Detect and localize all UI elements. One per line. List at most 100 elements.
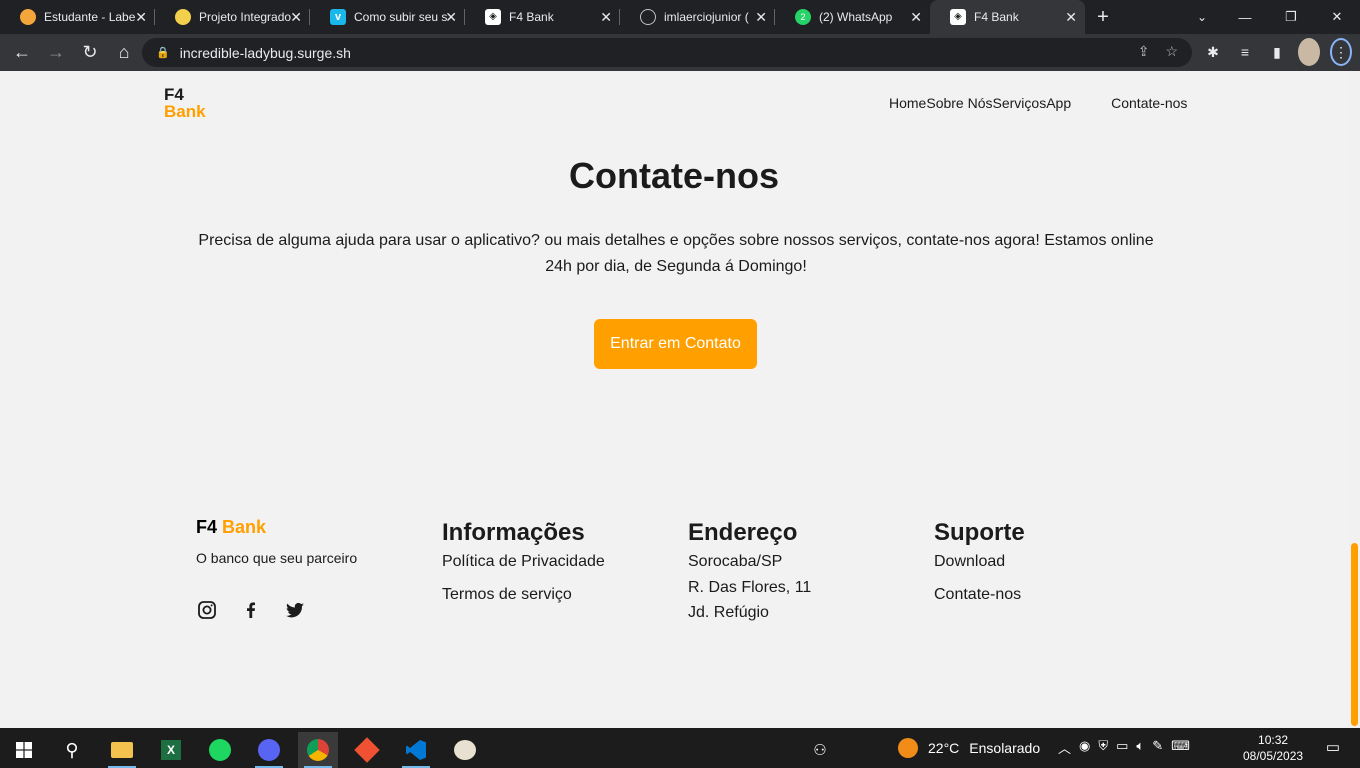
close-icon[interactable]: ✕ [290, 9, 302, 26]
vscode-icon[interactable] [396, 732, 436, 768]
minimize-icon[interactable]: — [1222, 0, 1268, 34]
extensions-icon[interactable]: ✱ [1202, 38, 1224, 66]
facebook-icon[interactable] [240, 599, 262, 621]
tab-title: F4 Bank [974, 10, 1019, 24]
avatar [1298, 38, 1320, 66]
nav-about[interactable]: Sobre Nós [926, 95, 992, 111]
notification-icon[interactable]: ▭ [1326, 738, 1340, 756]
trello-icon [175, 9, 191, 25]
file-explorer-icon[interactable] [102, 732, 142, 768]
instagram-icon[interactable] [196, 599, 218, 621]
tab[interactable]: ◈ F4 Bank ✕ [465, 0, 620, 34]
reload-icon[interactable]: ↻ [74, 37, 106, 69]
chevron-down-icon[interactable]: ⌄ [1184, 0, 1220, 34]
close-icon[interactable]: ✕ [1065, 9, 1077, 26]
pen-icon[interactable]: ✎ [1152, 738, 1163, 757]
download-link[interactable]: Download [934, 553, 1025, 571]
logo-bank: Bank [164, 102, 206, 121]
page-scrollbar[interactable] [1348, 71, 1360, 728]
tab[interactable]: v Como subir seu s ✕ [310, 0, 465, 34]
privacy-link[interactable]: Política de Privacidade [442, 553, 605, 571]
site-logo[interactable]: F4 Bank [164, 86, 206, 120]
tab[interactable]: imlaerciojunior ( ✕ [620, 0, 775, 34]
clock-date: 08/05/2023 [1243, 749, 1304, 763]
menu-icon[interactable]: ⋮ [1330, 38, 1352, 66]
window-controls: — ❐ ✕ [1222, 0, 1360, 34]
system-tray: ︿ ◉ ⛨ ▭ 🔈︎ ✎ ⌨ [1058, 738, 1190, 757]
system-clock[interactable]: 10:32 08/05/2023 [1243, 732, 1303, 764]
profile-avatar[interactable] [1298, 38, 1320, 66]
tab-title: (2) WhatsApp [819, 10, 893, 24]
address-bar[interactable]: 🔒 incredible-ladybug.surge.sh ⇪ ☆ [142, 38, 1192, 67]
webcam-icon[interactable]: ◉ [1079, 738, 1090, 757]
address-line: Jd. Refúgio [688, 604, 769, 621]
url-text[interactable]: incredible-ladybug.surge.sh [180, 45, 351, 61]
back-icon[interactable]: ← [6, 37, 38, 69]
new-tab-icon[interactable]: + [1085, 0, 1121, 34]
footer-address: Endereço Sorocaba/SP R. Das Flores, 11 J… [688, 517, 811, 622]
paint-icon[interactable] [445, 732, 485, 768]
tab-title: F4 Bank [509, 10, 554, 24]
clock-time: 10:32 [1258, 733, 1289, 747]
scrollbar-thumb[interactable] [1351, 543, 1358, 726]
close-icon[interactable]: ✕ [910, 9, 922, 26]
close-icon[interactable]: ✕ [445, 9, 457, 26]
tab-strip: Estudante - Labe ✕ Projeto Integrado ✕ v Co… [0, 0, 1360, 34]
reading-list-icon[interactable]: ≡ [1234, 38, 1256, 66]
tab-title: Estudante - Labe [44, 10, 136, 24]
footer-info: Informações Política de Privacidade Term… [442, 517, 605, 604]
spotify-icon[interactable] [200, 732, 240, 768]
git-gui-icon[interactable] [347, 732, 387, 768]
social-links [196, 599, 306, 621]
weather-temp: 22°C [928, 740, 960, 756]
close-window-icon[interactable]: ✕ [1314, 0, 1360, 34]
share-icon[interactable]: ⇪ [1138, 43, 1150, 60]
nav-services[interactable]: Serviços [993, 95, 1047, 111]
home-icon[interactable]: ⌂ [108, 37, 140, 69]
tab[interactable]: Estudante - Labe ✕ [0, 0, 155, 34]
address-line: Sorocaba/SP [688, 553, 783, 570]
tab[interactable]: Projeto Integrado ✕ [155, 0, 310, 34]
footer-contact-link[interactable]: Contate-nos [934, 586, 1025, 604]
site-nav: Home Sobre Nós Serviços App Contate-nos [889, 95, 1187, 111]
nav-app[interactable]: App [1046, 95, 1071, 111]
lock-icon[interactable]: 🔒 [156, 46, 170, 59]
github-icon [640, 9, 656, 25]
footer-support: Suporte Download Contate-nos [934, 517, 1025, 604]
keyboard-icon[interactable]: ⌨ [1171, 738, 1190, 757]
nav-contact[interactable]: Contate-nos [1111, 95, 1187, 111]
footer-support-heading: Suporte [934, 519, 1025, 546]
volume-icon[interactable]: 🔈︎ [1136, 738, 1144, 757]
tab-title: Projeto Integrado [199, 10, 292, 24]
windows-taskbar: ⚲ X ⚇ 22°C Ensolarado ︿ ◉ ⛨ ▭ 🔈︎ ✎ ⌨ 10:… [0, 728, 1360, 768]
chrome-icon[interactable] [298, 732, 338, 768]
tab[interactable]: 2 (2) WhatsApp ✕ [775, 0, 930, 34]
terms-link[interactable]: Termos de serviço [442, 586, 605, 604]
close-icon[interactable]: ✕ [600, 9, 612, 26]
excel-icon[interactable]: X [151, 732, 191, 768]
restore-icon[interactable]: ❐ [1268, 0, 1314, 34]
people-icon[interactable]: ⚇ [800, 732, 840, 768]
vimeo-icon: v [330, 9, 346, 25]
windows-start-icon[interactable] [4, 732, 44, 768]
close-icon[interactable]: ✕ [135, 9, 147, 26]
forward-icon[interactable]: → [40, 37, 72, 69]
footer-brand-f4: F4 [196, 517, 218, 537]
side-panel-icon[interactable]: ▮ [1266, 38, 1288, 66]
contact-button[interactable]: Entrar em Contato [594, 319, 757, 369]
twitter-icon[interactable] [284, 599, 306, 621]
network-icon[interactable]: ▭ [1116, 738, 1128, 757]
search-icon[interactable]: ⚲ [52, 732, 92, 768]
bookmark-star-icon[interactable]: ☆ [1165, 43, 1178, 60]
address-line: R. Das Flores, 11 [688, 579, 812, 596]
chevron-up-icon[interactable]: ︿ [1058, 738, 1071, 757]
nav-home[interactable]: Home [889, 95, 926, 111]
weather-widget[interactable]: 22°C Ensolarado [898, 738, 1040, 758]
close-icon[interactable]: ✕ [755, 9, 767, 26]
sun-icon [898, 738, 918, 758]
tab-active[interactable]: ◈ F4 Bank ✕ [930, 0, 1085, 34]
tab-title: imlaerciojunior ( [664, 10, 749, 24]
discord-icon[interactable] [249, 732, 289, 768]
security-icon[interactable]: ⛨ [1098, 738, 1108, 757]
browser-toolbar: ← → ↻ ⌂ 🔒 incredible-ladybug.surge.sh ⇪ … [0, 34, 1360, 71]
